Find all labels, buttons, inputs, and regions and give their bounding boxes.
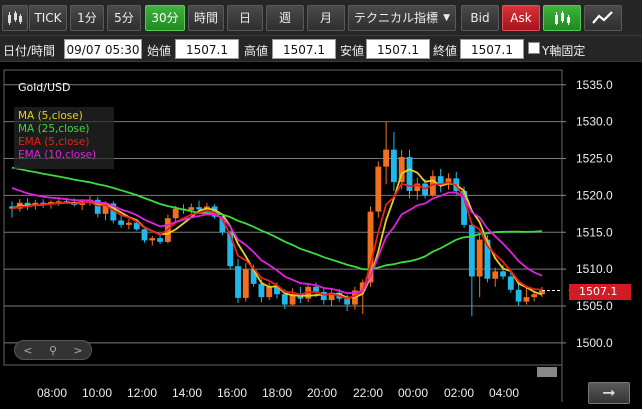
candle-body <box>500 271 506 277</box>
y-tick-label: 1520.0 <box>576 188 613 202</box>
legend-ema10: EMA (10,close) <box>18 149 97 161</box>
open-label: 始値 <box>147 44 172 58</box>
indicator-legend: MA (5,close) MA (25,close) EMA (5,close)… <box>14 107 114 169</box>
toolbar: TICK 1分 5分 30分 時間 日 週 月 テクニカル指標 ▼ Bid As… <box>0 0 642 36</box>
x-tick-label: 22:00 <box>353 386 383 400</box>
candle-body <box>141 229 148 241</box>
candle-body <box>235 266 241 298</box>
datetime-label: 日付/時間 <box>3 44 56 58</box>
candle-body <box>531 294 538 298</box>
candle-body <box>437 176 444 184</box>
interval-1min-button[interactable]: 1分 <box>70 5 104 31</box>
y-tick-label: 1510.0 <box>576 262 613 276</box>
x-tick-label: 20:00 <box>307 386 337 400</box>
x-tick-label: 00:00 <box>398 386 428 400</box>
y-tick-label: 1530.0 <box>576 115 613 129</box>
x-tick-label: 04:00 <box>489 386 519 400</box>
candle-body <box>196 207 202 210</box>
datetime-value: 09/07 05:30 <box>64 39 142 59</box>
y-tick-label: 1535.0 <box>576 78 613 92</box>
close-value: 1507.1 <box>460 39 524 59</box>
technical-indicator-label: テクニカル指標 <box>354 11 439 25</box>
interval-5min-button[interactable]: 5分 <box>107 5 141 31</box>
ask-button[interactable]: Ask <box>502 5 540 31</box>
current-price-badge: 1507.1 <box>569 284 631 300</box>
candle-body <box>468 224 475 277</box>
candle-body <box>258 283 265 298</box>
candle-body <box>476 239 483 277</box>
scroll-handle[interactable] <box>537 367 557 377</box>
candle-body <box>242 269 249 298</box>
x-tick-label: 02:00 <box>444 386 474 400</box>
interval-hour-button[interactable]: 時間 <box>188 5 224 31</box>
x-tick-label: 10:00 <box>82 386 112 400</box>
line-chart-icon <box>592 11 613 24</box>
candle-body <box>281 294 288 305</box>
y-tick-label: 1525.0 <box>576 152 613 166</box>
interval-30min-button[interactable]: 30分 <box>145 5 185 31</box>
candle-body <box>149 238 156 241</box>
legend-ma25: MA (25,close) <box>18 123 90 135</box>
interval-day-button[interactable]: 日 <box>227 5 263 31</box>
candle-body <box>188 207 195 211</box>
tick-button[interactable]: TICK <box>29 5 67 31</box>
y-tick-label: 1500.0 <box>576 336 613 350</box>
legend-ma5: MA (5,close) <box>18 110 83 122</box>
chevron-down-icon: ▼ <box>443 13 450 23</box>
candle-body <box>125 222 132 225</box>
line-chart-button[interactable] <box>584 5 622 31</box>
close-label: 終値 <box>433 44 458 58</box>
x-tick-label: 08:00 <box>37 386 67 400</box>
y-tick-label: 1505.0 <box>576 299 613 313</box>
low-label: 安値 <box>340 44 365 58</box>
x-tick-label: 14:00 <box>172 386 202 400</box>
candle-body <box>172 208 179 219</box>
candle-body <box>157 238 164 242</box>
scroll-right-icon[interactable]: > <box>74 344 83 357</box>
bid-button[interactable]: Bid <box>461 5 499 31</box>
chart-area[interactable]: 1535.0 1530.0 1525.0 1520.0 1515.0 1510.0 1505… <box>0 62 642 409</box>
interval-week-button[interactable]: 週 <box>266 5 304 31</box>
candle-body <box>492 271 499 279</box>
high-label: 高値 <box>244 44 269 58</box>
open-value: 1507.1 <box>175 39 239 59</box>
symbol-label: Gold/USD <box>18 81 71 94</box>
candle-type-icon[interactable] <box>2 5 28 31</box>
y-tick-label: 1515.0 <box>576 225 613 239</box>
technical-indicator-dropdown[interactable]: テクニカル指標 ▼ <box>348 5 456 31</box>
arrow-right-icon: ➞ <box>602 383 616 402</box>
chart-navigation: < ⚲ > <box>14 340 92 360</box>
candle-body <box>507 276 514 290</box>
x-tick-label: 12:00 <box>127 386 157 400</box>
x-tick-label: 18:00 <box>262 386 292 400</box>
ohlc-bar: 日付/時間 09/07 05:30 始値 1507.1 高値 1507.1 安値… <box>0 36 642 62</box>
zoom-icon[interactable]: ⚲ <box>49 344 57 357</box>
candle-body <box>118 220 125 225</box>
candlestick-icon <box>555 11 570 25</box>
scroll-left-icon[interactable]: < <box>23 344 32 357</box>
low-value: 1507.1 <box>366 39 430 59</box>
fix-y-axis-label: Y軸固定 <box>542 44 586 58</box>
high-value: 1507.1 <box>272 39 336 59</box>
candle-body <box>266 286 273 298</box>
candle-body <box>523 297 530 302</box>
legend-ema5: EMA (5,close) <box>18 136 90 148</box>
candle-body <box>383 149 390 167</box>
candle-body <box>390 149 397 183</box>
fix-y-axis-checkbox[interactable] <box>528 42 540 54</box>
jump-latest-button[interactable]: ➞ <box>588 382 630 404</box>
x-tick-label: 16:00 <box>217 386 247 400</box>
candlestick-chart-button[interactable] <box>543 5 581 31</box>
ma5-line <box>11 168 543 299</box>
candle-body <box>375 166 382 212</box>
interval-month-button[interactable]: 月 <box>307 5 345 31</box>
candle-body <box>515 289 522 302</box>
